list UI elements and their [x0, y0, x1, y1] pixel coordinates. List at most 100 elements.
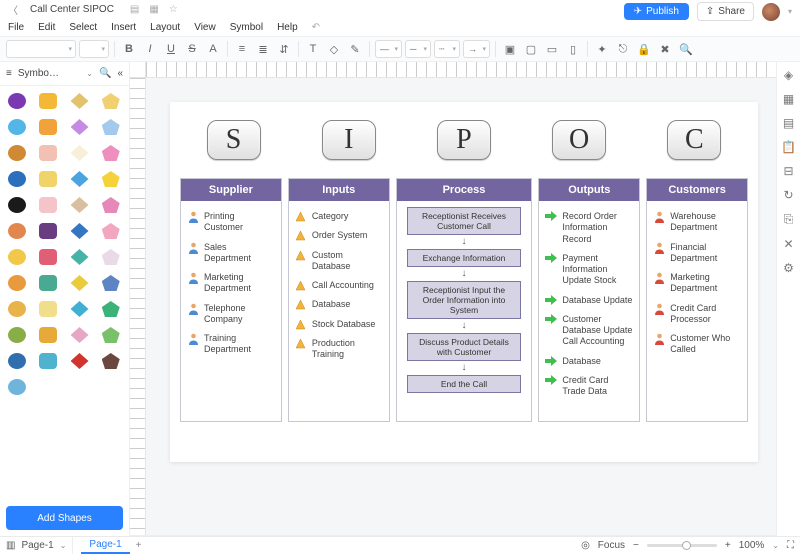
shape-swatch[interactable]	[67, 168, 93, 190]
page-tab[interactable]: Page-1	[81, 537, 129, 554]
undo-icon[interactable]: ↶	[312, 22, 320, 33]
arrow-end-select[interactable]: →	[463, 40, 490, 58]
shape-swatch[interactable]	[35, 220, 61, 242]
history-icon[interactable]: ↻	[783, 188, 793, 202]
shape-swatch[interactable]	[35, 350, 61, 372]
grid-toggle-icon[interactable]: ▦	[149, 4, 158, 15]
menu-file[interactable]: File	[8, 22, 24, 33]
zoom-in-button[interactable]: +	[725, 540, 731, 551]
shape-swatch[interactable]	[67, 246, 93, 268]
shape-swatch[interactable]	[98, 90, 124, 112]
diamond-tool-icon[interactable]: ◈	[784, 68, 793, 82]
inputs-item[interactable]: Custom Database	[293, 246, 385, 277]
column-process[interactable]: Process Receptionist Receives Customer C…	[396, 178, 533, 422]
outputs-item[interactable]: Database	[543, 352, 635, 371]
diagram-page[interactable]: S I P O C Supplier Printing CustomerSale…	[170, 102, 758, 462]
shape-swatch[interactable]	[67, 194, 93, 216]
menu-view[interactable]: View	[194, 22, 216, 33]
inputs-item[interactable]: Call Accounting	[293, 276, 385, 295]
outputs-item[interactable]: Payment Information Update Stock	[543, 249, 635, 291]
search-shapes-icon[interactable]: 🔍	[99, 68, 111, 79]
inputs-item[interactable]: Category	[293, 207, 385, 226]
page-select[interactable]: Page-1	[21, 540, 53, 551]
shape-swatch[interactable]	[67, 142, 93, 164]
spacing-button[interactable]: ⇵	[275, 40, 293, 58]
shuffle-icon[interactable]: ✕	[783, 237, 793, 251]
supplier-item[interactable]: Telephone Company	[185, 299, 277, 330]
customers-item[interactable]: Customer Who Called	[651, 329, 743, 360]
shape-swatch[interactable]	[98, 272, 124, 294]
shapes-library-icon[interactable]: ≡	[6, 68, 12, 79]
customers-item[interactable]: Credit Card Processor	[651, 299, 743, 330]
attachment-icon[interactable]: ⎘	[784, 212, 794, 227]
customers-item[interactable]: Marketing Department	[651, 268, 743, 299]
shape-swatch[interactable]	[67, 298, 93, 320]
shape-swatch[interactable]	[98, 142, 124, 164]
shape-swatch[interactable]	[35, 116, 61, 138]
page-select-chevron-icon[interactable]: ⌄	[60, 541, 67, 550]
add-shapes-button[interactable]: Add Shapes	[6, 506, 123, 530]
font-size-select[interactable]	[79, 40, 109, 58]
shape-swatch[interactable]	[98, 246, 124, 268]
inputs-item[interactable]: Stock Database	[293, 315, 385, 334]
line-color-button[interactable]: ✎	[346, 40, 364, 58]
shape-swatch[interactable]	[4, 116, 30, 138]
shape-swatch[interactable]	[4, 142, 30, 164]
collapse-panel-icon[interactable]: «	[117, 68, 123, 79]
shape-swatch[interactable]	[35, 272, 61, 294]
shape-swatch[interactable]	[35, 194, 61, 216]
share-button[interactable]: ⇪Share	[697, 2, 754, 21]
search-toolbar-button[interactable]: 🔍	[677, 40, 695, 58]
menu-insert[interactable]: Insert	[111, 22, 136, 33]
supplier-item[interactable]: Sales Department	[185, 238, 277, 269]
customers-item[interactable]: Financial Department	[651, 238, 743, 269]
star-icon[interactable]: ☆	[169, 4, 178, 15]
link-button[interactable]: ⎋	[614, 40, 632, 58]
shape-swatch[interactable]	[67, 272, 93, 294]
shape-swatch[interactable]	[67, 220, 93, 242]
inputs-item[interactable]: Production Training	[293, 334, 385, 365]
line-weight-select[interactable]: ─	[405, 40, 431, 58]
layers-icon[interactable]: ▤	[783, 116, 794, 130]
inputs-item[interactable]: Order System	[293, 226, 385, 245]
column-inputs[interactable]: Inputs CategoryOrder SystemCustom Databa…	[288, 178, 390, 422]
shape-swatch[interactable]	[67, 324, 93, 346]
sipoc-letter-c[interactable]: C	[667, 120, 721, 160]
shape-swatch[interactable]	[4, 168, 30, 190]
apps-icon[interactable]: ▦	[783, 92, 794, 106]
process-step[interactable]: Exchange Information	[407, 249, 522, 267]
shape-swatch[interactable]	[35, 298, 61, 320]
zoom-slider[interactable]	[647, 544, 717, 547]
sipoc-letter-p[interactable]: P	[437, 120, 491, 160]
outputs-item[interactable]: Database Update	[543, 291, 635, 310]
shape-swatch[interactable]	[4, 350, 30, 372]
process-step[interactable]: Discuss Product Details with Customer	[407, 333, 522, 361]
publish-button[interactable]: ✈Publish	[624, 3, 689, 20]
shape-swatch[interactable]	[4, 90, 30, 112]
shape-swatch[interactable]	[67, 350, 93, 372]
ungroup-button[interactable]: ▢	[522, 40, 540, 58]
pages-panel-icon[interactable]: ▥	[6, 540, 15, 551]
shape-swatch[interactable]	[4, 298, 30, 320]
shape-swatch[interactable]	[35, 90, 61, 112]
shape-swatch[interactable]	[4, 376, 30, 398]
shape-swatch[interactable]	[98, 220, 124, 242]
sipoc-letter-s[interactable]: S	[207, 120, 261, 160]
align-button[interactable]: ≣	[254, 40, 272, 58]
outputs-item[interactable]: Credit Card Trade Data	[543, 371, 635, 402]
shape-swatch[interactable]	[4, 220, 30, 242]
avatar[interactable]	[762, 3, 780, 21]
shape-swatch[interactable]	[4, 324, 30, 346]
supplier-item[interactable]: Printing Customer	[185, 207, 277, 238]
focus-icon[interactable]: ◎	[581, 540, 590, 551]
bullets-button[interactable]: ≡	[233, 40, 251, 58]
underline-button[interactable]: U	[162, 40, 180, 58]
supplier-item[interactable]: Marketing Department	[185, 268, 277, 299]
font-color-button[interactable]: A	[204, 40, 222, 58]
add-page-button[interactable]: +	[130, 540, 148, 551]
group-button[interactable]: ▣	[501, 40, 519, 58]
shape-swatch[interactable]	[67, 116, 93, 138]
shape-swatch[interactable]	[98, 116, 124, 138]
clipboard-icon[interactable]: 📋	[781, 140, 796, 154]
effects-button[interactable]: ✦	[593, 40, 611, 58]
